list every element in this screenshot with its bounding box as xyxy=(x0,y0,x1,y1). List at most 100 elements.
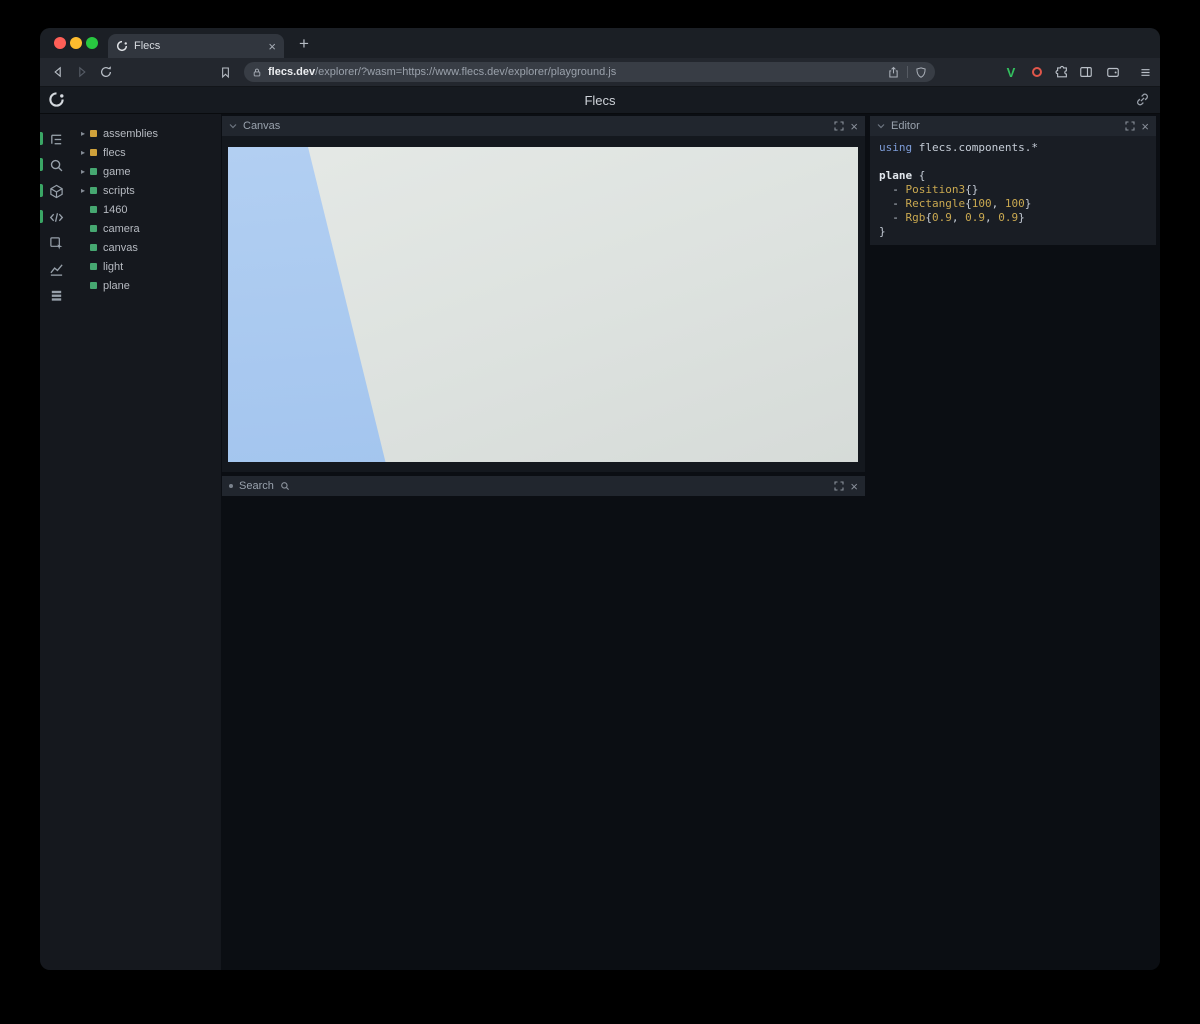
code-line: using flecs.components.* xyxy=(879,141,1147,155)
search-panel-header: Search × xyxy=(222,476,865,496)
expand-icon[interactable] xyxy=(834,481,844,491)
entity-color-swatch xyxy=(90,282,97,289)
expand-arrow-icon[interactable]: ▸ xyxy=(81,148,90,157)
canvas-viewport[interactable] xyxy=(228,147,858,462)
share-icon[interactable] xyxy=(887,66,900,79)
flecs-favicon-icon xyxy=(116,40,128,52)
entity-label: canvas xyxy=(103,242,138,254)
forward-icon[interactable] xyxy=(73,63,91,81)
extension-ring-icon[interactable] xyxy=(1028,63,1046,81)
canvas-panel: Canvas × xyxy=(222,116,865,472)
entity-color-swatch xyxy=(90,149,97,156)
zoom-window-button[interactable] xyxy=(86,37,98,49)
tab-title: Flecs xyxy=(134,40,262,52)
inspect-icon[interactable] xyxy=(40,230,72,256)
search-icon[interactable] xyxy=(40,152,72,178)
stats-icon[interactable] xyxy=(40,282,72,308)
entity-color-swatch xyxy=(90,206,97,213)
url-path: /explorer/?wasm=https://www.flecs.dev/ex… xyxy=(315,66,616,78)
menu-icon[interactable] xyxy=(1136,63,1154,81)
lock-icon xyxy=(252,67,262,78)
close-icon[interactable]: × xyxy=(1141,120,1149,133)
entity-label: flecs xyxy=(103,147,126,159)
browser-window: Flecs × + flecs.dev/explor xyxy=(40,28,1160,970)
active-indicator xyxy=(40,210,43,223)
extensions-puzzle-icon[interactable] xyxy=(1053,63,1071,81)
entity-label: camera xyxy=(103,223,140,235)
canvas-panel-header: Canvas × xyxy=(222,116,865,136)
entity-label: scripts xyxy=(103,185,135,197)
entity-label: assemblies xyxy=(103,128,158,140)
expand-arrow-icon[interactable]: ▸ xyxy=(81,167,90,176)
sidebar-toggle-icon[interactable] xyxy=(1077,63,1095,81)
link-icon[interactable] xyxy=(1135,92,1150,107)
editor-panel: Editor × using flecs.components.* plane … xyxy=(870,116,1156,245)
browser-tab[interactable]: Flecs × xyxy=(108,34,284,58)
editor-panel-header: Editor × xyxy=(870,116,1156,136)
magnifier-icon xyxy=(280,481,290,491)
tree-item-camera[interactable]: camera xyxy=(72,219,221,238)
code-icon[interactable] xyxy=(40,204,72,230)
expand-icon[interactable] xyxy=(1125,121,1135,131)
tree-item-assemblies[interactable]: ▸ assemblies xyxy=(72,124,221,143)
bookmark-icon[interactable] xyxy=(216,63,234,81)
code-line: - Rgb{0.9, 0.9, 0.9} xyxy=(879,211,1147,225)
tab-close-icon[interactable]: × xyxy=(268,40,276,53)
active-indicator xyxy=(40,184,43,197)
tree-item-scripts[interactable]: ▸ scripts xyxy=(72,181,221,200)
entity-label: game xyxy=(103,166,131,178)
page-body: ▸ assemblies ▸ flecs ▸ game ▸ scripts 1460 camera… xyxy=(40,114,1160,970)
collapsed-dot-icon[interactable] xyxy=(229,484,233,488)
code-line: } xyxy=(879,225,1147,239)
code-line: - Position3{} xyxy=(879,183,1147,197)
reload-icon[interactable] xyxy=(97,63,115,81)
new-tab-button[interactable]: + xyxy=(292,32,316,56)
tree-item-light[interactable]: light xyxy=(72,257,221,276)
scene-sky xyxy=(228,147,858,462)
entity-color-swatch xyxy=(90,263,97,270)
tree-item-1460[interactable]: 1460 xyxy=(72,200,221,219)
window-controls xyxy=(54,37,98,49)
page: Flecs xyxy=(40,87,1160,970)
app-header: Flecs xyxy=(40,87,1160,114)
chart-icon[interactable] xyxy=(40,256,72,282)
chevron-down-icon[interactable] xyxy=(877,123,885,129)
search-panel-title: Search xyxy=(239,480,274,492)
editor-code[interactable]: using flecs.components.* plane { - Posit… xyxy=(870,136,1156,245)
active-indicator xyxy=(40,132,43,145)
entity-label: plane xyxy=(103,280,130,292)
close-window-button[interactable] xyxy=(54,37,66,49)
entity-color-swatch xyxy=(90,168,97,175)
entity-color-swatch xyxy=(90,187,97,194)
wallet-icon[interactable] xyxy=(1104,63,1122,81)
tree-item-canvas[interactable]: canvas xyxy=(72,238,221,257)
entity-color-swatch xyxy=(90,130,97,137)
entity-tree: ▸ assemblies ▸ flecs ▸ game ▸ scripts 1460 camera… xyxy=(72,114,221,970)
expand-icon[interactable] xyxy=(834,121,844,131)
back-icon[interactable] xyxy=(49,63,67,81)
page-title: Flecs xyxy=(40,87,1160,113)
extension-v-icon[interactable]: V xyxy=(1002,63,1020,81)
entity-label: light xyxy=(103,261,123,273)
cube-icon[interactable] xyxy=(40,178,72,204)
canvas-panel-title: Canvas xyxy=(243,120,280,132)
tree-item-plane[interactable]: plane xyxy=(72,276,221,295)
entity-color-swatch xyxy=(90,225,97,232)
close-icon[interactable]: × xyxy=(850,480,858,493)
code-line: plane { xyxy=(879,169,1147,183)
address-bar[interactable]: flecs.dev/explorer/?wasm=https://www.fle… xyxy=(244,62,935,82)
expand-arrow-icon[interactable]: ▸ xyxy=(81,129,90,138)
tree-item-game[interactable]: ▸ game xyxy=(72,162,221,181)
tool-sidebar xyxy=(40,114,72,970)
active-indicator xyxy=(40,158,43,171)
url-domain: flecs.dev xyxy=(268,66,315,78)
minimize-window-button[interactable] xyxy=(70,37,82,49)
tab-bar: Flecs × + xyxy=(40,28,1160,58)
brave-shield-icon[interactable] xyxy=(915,66,927,79)
chevron-down-icon[interactable] xyxy=(229,123,237,129)
close-icon[interactable]: × xyxy=(850,120,858,133)
expand-arrow-icon[interactable]: ▸ xyxy=(81,186,90,195)
tree-item-flecs[interactable]: ▸ flecs xyxy=(72,143,221,162)
code-line: - Rectangle{100, 100} xyxy=(879,197,1147,211)
tree-icon[interactable] xyxy=(40,126,72,152)
